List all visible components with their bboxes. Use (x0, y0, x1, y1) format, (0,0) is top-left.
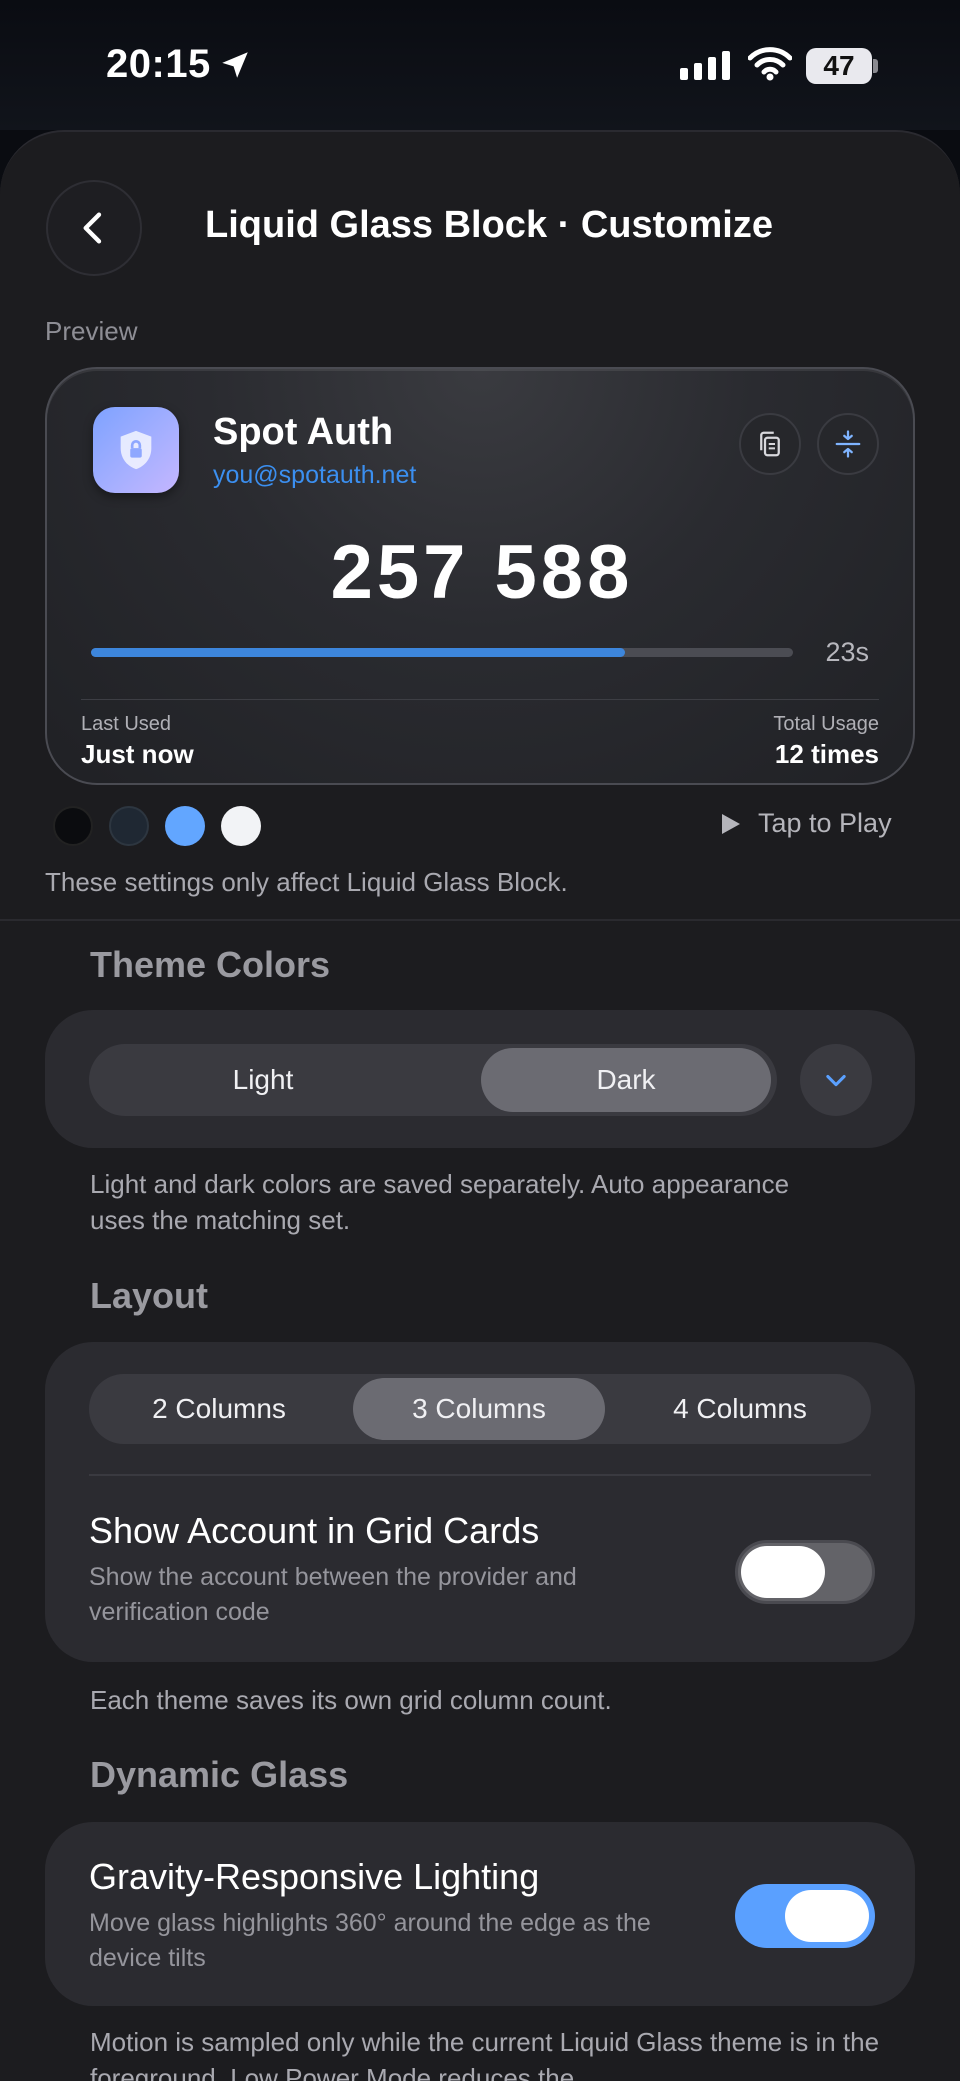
status-time: 20:15 (106, 42, 211, 86)
theme-colors-group: Light Dark (45, 1010, 915, 1148)
theme-mode-segmented-control: Light Dark (89, 1044, 777, 1116)
preview-note: These settings only affect Liquid Glass … (45, 867, 568, 897)
compress-button[interactable] (817, 413, 879, 475)
theme-colors-note: Light and dark colors are saved separate… (90, 1169, 790, 1235)
tap-to-play-button[interactable]: Tap to Play (720, 808, 892, 839)
preview-card[interactable]: Spot Auth you@spotauth.net 257 588 23s L… (45, 367, 915, 785)
columns-option-2[interactable]: 2 Columns (93, 1378, 345, 1440)
columns-option-4[interactable]: 4 Columns (613, 1378, 867, 1440)
background-swatch-black[interactable] (53, 806, 93, 846)
show-account-toggle[interactable] (735, 1540, 875, 1604)
shield-lock-icon (120, 430, 152, 470)
toggle-knob (741, 1546, 825, 1598)
countdown-progress (91, 648, 793, 657)
theme-option-light[interactable]: Light (93, 1048, 433, 1112)
status-bar: 20:15 47 (0, 0, 960, 130)
compress-icon (835, 430, 861, 458)
dynamic-glass-group: Gravity-Responsive Lighting Move glass h… (45, 1822, 915, 2006)
background-swatch-navy[interactable] (109, 806, 149, 846)
chevron-left-icon (83, 212, 102, 244)
layout-divider (89, 1474, 871, 1476)
theme-expand-button[interactable] (800, 1044, 872, 1116)
battery-icon: 47 (806, 48, 872, 84)
battery-tip (873, 59, 878, 73)
seconds-remaining: 23s (825, 637, 869, 667)
columns-option-3[interactable]: 3 Columns (353, 1378, 605, 1440)
wifi-icon (748, 47, 792, 81)
cellular-signal-icon (680, 51, 730, 80)
otp-code[interactable]: 257 588 (47, 529, 917, 616)
layout-group: 2 Columns 3 Columns 4 Columns Show Accou… (45, 1342, 915, 1662)
total-usage-value: 12 times (774, 739, 879, 769)
background-swatch-white[interactable] (221, 806, 261, 846)
dynamic-glass-title: Dynamic Glass (90, 1754, 349, 1795)
card-divider (81, 699, 879, 700)
gravity-lighting-subtitle: Move glass highlights 360° around the ed… (89, 1909, 651, 1972)
preview-label: Preview (45, 316, 138, 346)
toggle-knob (785, 1890, 869, 1942)
show-account-title: Show Account in Grid Cards (89, 1510, 540, 1551)
provider-app-icon (93, 407, 179, 493)
last-used-value: Just now (81, 739, 194, 769)
page-title: Liquid Glass Block · Customize (205, 204, 773, 246)
background-swatch-blue[interactable] (165, 806, 205, 846)
gravity-lighting-toggle[interactable] (735, 1884, 875, 1948)
location-arrow-icon (222, 52, 248, 78)
tap-to-play-label: Tap to Play (758, 808, 892, 838)
section-divider (0, 919, 960, 921)
copy-icon (760, 431, 780, 457)
copy-button[interactable] (739, 413, 801, 475)
account-email: you@spotauth.net (213, 461, 417, 489)
dynamic-glass-note: Motion is sampled only while the current… (90, 2027, 880, 2081)
last-used-label: Last Used (81, 713, 172, 735)
back-button[interactable] (46, 180, 142, 276)
chevron-down-icon (826, 1074, 846, 1087)
provider-name: Spot Auth (213, 411, 394, 453)
columns-segmented-control: 2 Columns 3 Columns 4 Columns (89, 1374, 871, 1444)
total-usage-label: Total Usage (773, 713, 879, 735)
show-account-subtitle: Show the account between the provider an… (89, 1563, 577, 1626)
countdown-progress-fill (91, 648, 625, 657)
play-icon (722, 813, 740, 834)
theme-option-dark[interactable]: Dark (481, 1048, 771, 1112)
gravity-lighting-title: Gravity-Responsive Lighting (89, 1856, 540, 1897)
theme-colors-title: Theme Colors (90, 944, 331, 985)
layout-note: Each theme saves its own grid column cou… (90, 1685, 612, 1715)
layout-title: Layout (90, 1275, 209, 1316)
